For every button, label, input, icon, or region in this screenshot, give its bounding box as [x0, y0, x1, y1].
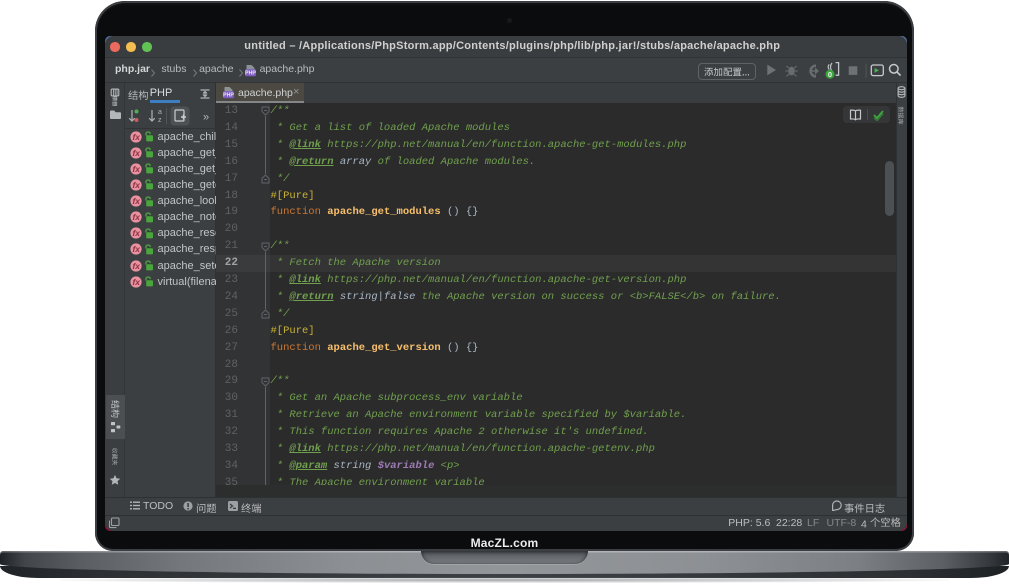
svg-text:fx: fx — [132, 132, 140, 142]
svg-text:a: a — [158, 109, 162, 116]
svg-text:PHP: PHP — [245, 70, 256, 76]
svg-text:fx: fx — [132, 277, 140, 287]
svg-text:fx: fx — [132, 164, 140, 174]
svg-text:fx: fx — [132, 196, 140, 206]
svg-text:fx: fx — [132, 261, 140, 271]
svg-text:PHP: PHP — [223, 92, 234, 98]
svg-text:»: » — [203, 112, 209, 124]
svg-text:fx: fx — [132, 228, 140, 238]
svg-text:z: z — [158, 117, 162, 124]
svg-text:fx: fx — [132, 212, 140, 222]
svg-text:0: 0 — [828, 70, 832, 79]
svg-text:fx: fx — [132, 180, 140, 190]
svg-text:fx: fx — [132, 244, 140, 254]
svg-text:fx: fx — [132, 148, 140, 158]
